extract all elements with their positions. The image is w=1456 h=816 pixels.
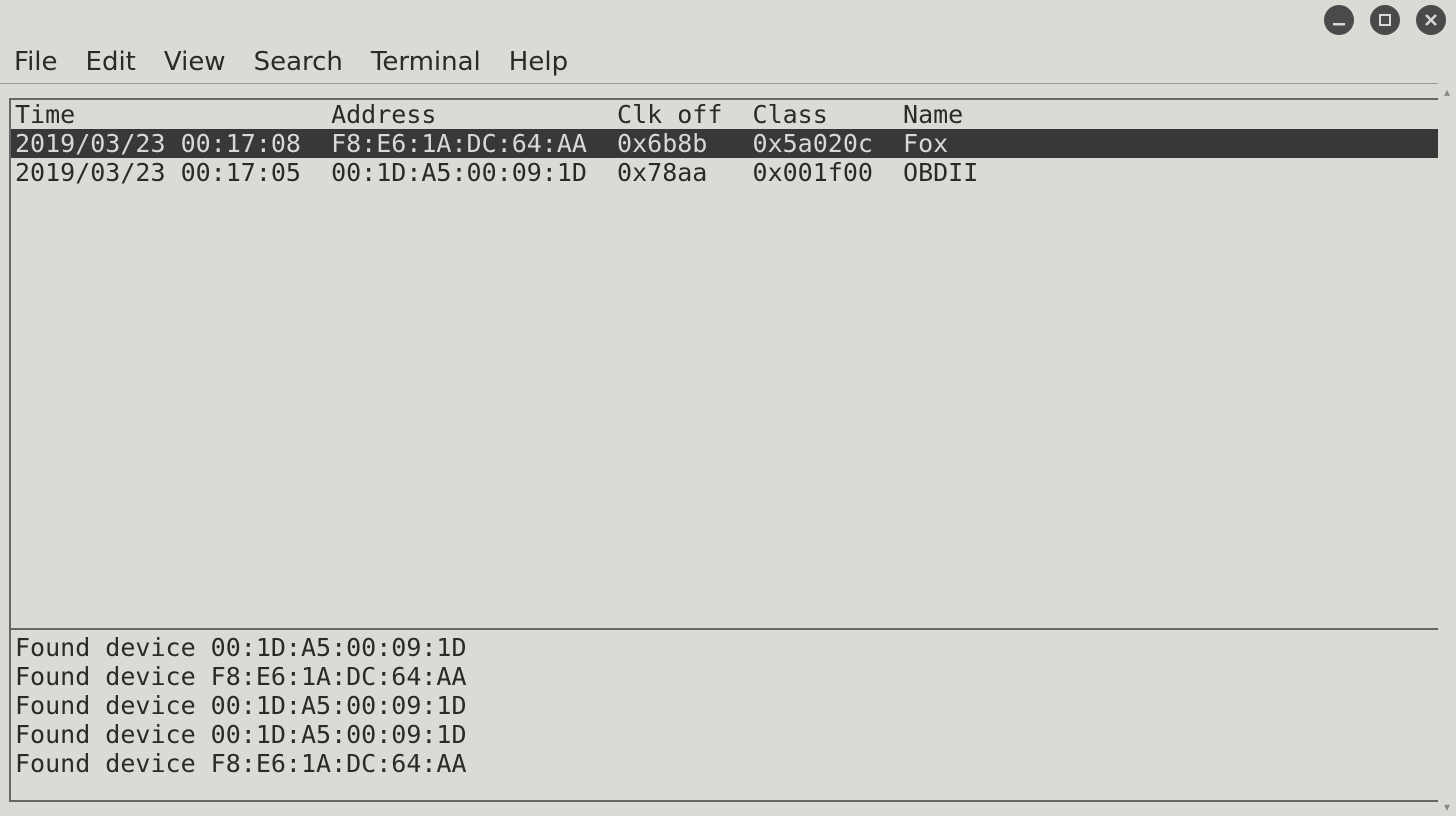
menu-view[interactable]: View	[160, 45, 230, 79]
titlebar	[0, 0, 1456, 40]
log-line: Found device F8:E6:1A:DC:64:AA	[15, 749, 1445, 778]
terminal-content: Time Address Clk off Class Name 2019/03/…	[9, 98, 1447, 802]
scroll-up-arrow[interactable]: ▴	[1438, 83, 1456, 101]
table-row[interactable]: 2019/03/23 00:17:08 F8:E6:1A:DC:64:AA 0x…	[11, 129, 1445, 158]
minimize-icon	[1331, 12, 1347, 28]
maximize-button[interactable]	[1370, 5, 1400, 35]
menu-terminal[interactable]: Terminal	[367, 45, 485, 79]
close-button[interactable]	[1416, 5, 1446, 35]
menu-edit[interactable]: Edit	[82, 45, 140, 79]
log-pane[interactable]: Found device 00:1D:A5:00:09:1DFound devi…	[11, 630, 1445, 800]
minimize-button[interactable]	[1324, 5, 1354, 35]
close-icon	[1423, 12, 1439, 28]
maximize-icon	[1377, 12, 1393, 28]
menu-search[interactable]: Search	[250, 45, 347, 79]
device-table-pane[interactable]: Time Address Clk off Class Name 2019/03/…	[11, 100, 1445, 628]
menubar: File Edit View Search Terminal Help	[0, 40, 1456, 84]
log-line: Found device 00:1D:A5:00:09:1D	[15, 720, 1445, 749]
menu-file[interactable]: File	[10, 45, 62, 79]
log-line: Found device F8:E6:1A:DC:64:AA	[15, 662, 1445, 691]
scroll-down-arrow[interactable]: ▾	[1438, 798, 1456, 816]
menu-help[interactable]: Help	[505, 45, 572, 79]
log-line: Found device 00:1D:A5:00:09:1D	[15, 691, 1445, 720]
vertical-scrollbar[interactable]: ▴ ▾	[1438, 83, 1456, 816]
table-row[interactable]: 2019/03/23 00:17:05 00:1D:A5:00:09:1D 0x…	[11, 158, 1445, 187]
log-line: Found device 00:1D:A5:00:09:1D	[15, 633, 1445, 662]
table-header-row: Time Address Clk off Class Name	[11, 100, 1445, 129]
